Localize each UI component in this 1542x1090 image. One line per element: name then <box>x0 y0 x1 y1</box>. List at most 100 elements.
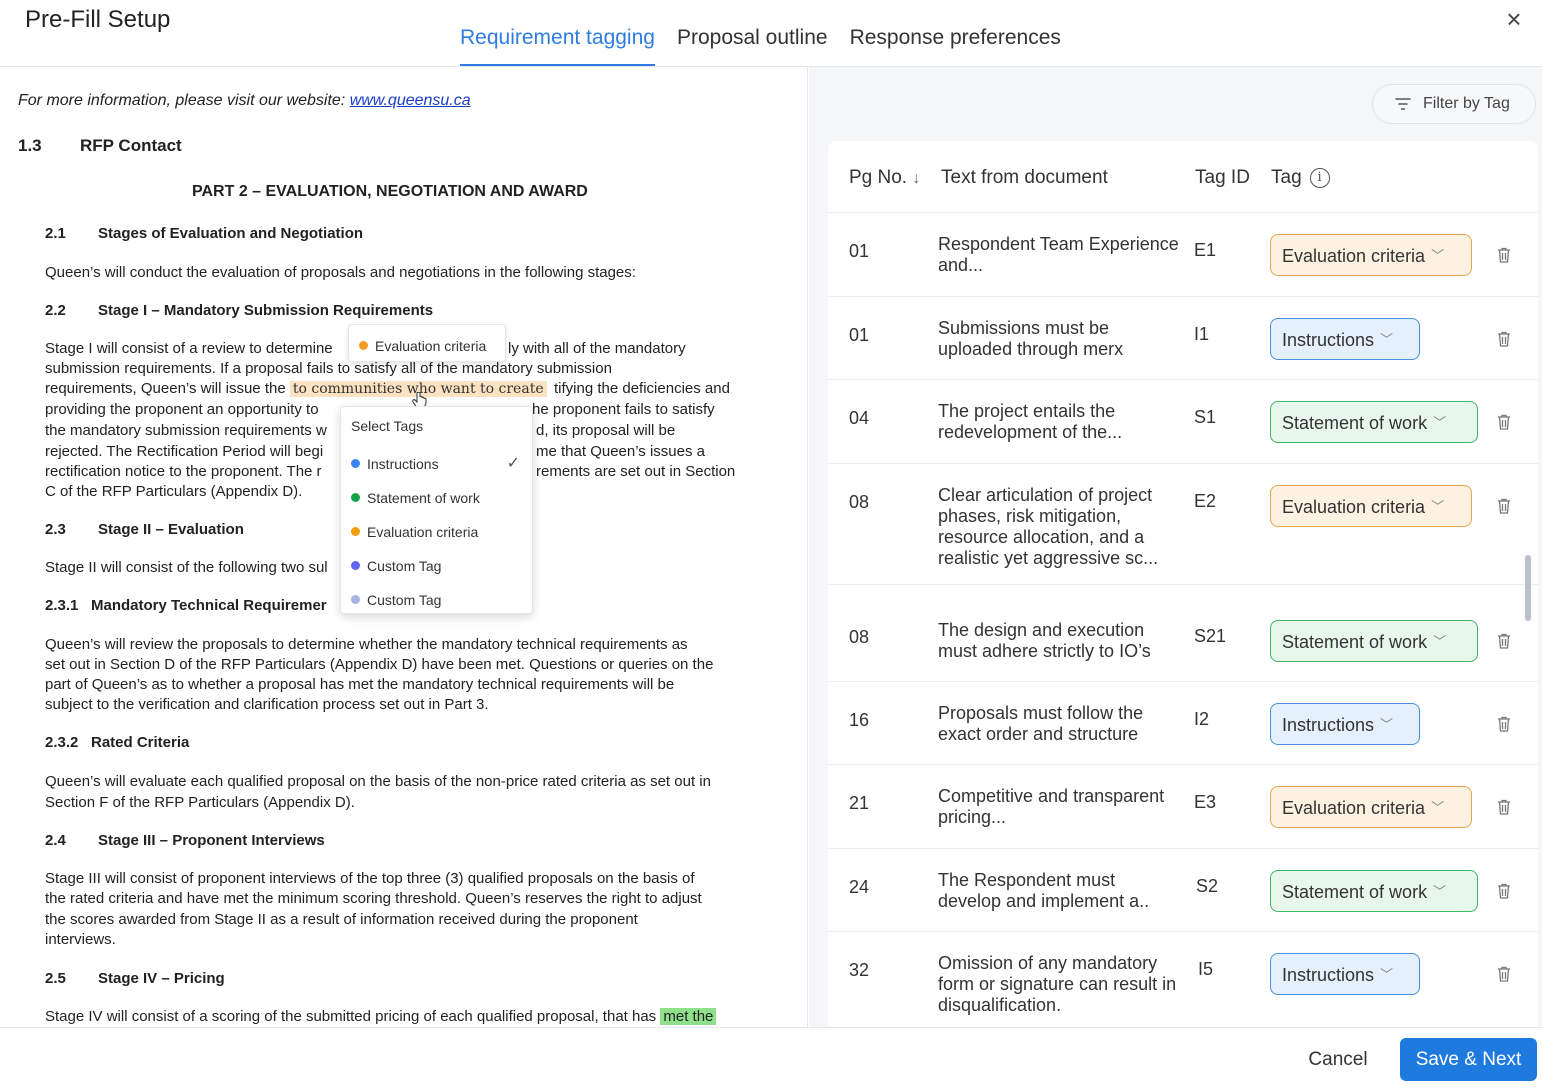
section-title: Stage I – Mandatory Submission Requireme… <box>98 302 434 319</box>
table-row[interactable]: 21 Competitive and transparent pricing..… <box>828 764 1538 848</box>
chevron-down-icon: ﹀ <box>1431 800 1445 815</box>
tag-dropdown[interactable]: Evaluation criteria ﹀ <box>1270 234 1472 276</box>
requirement-text: The Respondent must develop and implemen… <box>938 870 1150 911</box>
paragraph-text: Stage IV will consist of a scoring of th… <box>45 1008 657 1025</box>
applied-tag-chip[interactable]: Evaluation criteria <box>348 324 506 362</box>
paragraph-line: part of Queen’s as to whether a proposal… <box>45 676 675 693</box>
page-number: 24 <box>849 877 870 897</box>
paragraph-line: Stage III will consist of proponent inte… <box>45 870 695 887</box>
section-number: 2.4 <box>45 832 66 849</box>
trash-icon[interactable] <box>1497 247 1511 263</box>
menu-heading: Select Tags <box>351 418 424 434</box>
filter-by-tag-button[interactable]: Filter by Tag <box>1372 84 1536 124</box>
trash-icon[interactable] <box>1497 498 1511 514</box>
requirement-text: Respondent Team Experience and... <box>938 234 1179 275</box>
tag-dropdown[interactable]: Statement of work ﹀ <box>1270 401 1478 443</box>
menu-item-custom-tag[interactable]: Custom Tag <box>341 548 532 582</box>
paragraph-line: rectification notice to the proponent. T… <box>45 463 322 480</box>
table-row[interactable]: 01 Respondent Team Experience and... E1 … <box>828 212 1538 296</box>
menu-item-label: Evaluation criteria <box>367 524 479 540</box>
requirement-text: The project entails the redevelopment of… <box>938 401 1123 442</box>
highlighted-requirement[interactable]: met the <box>660 1008 717 1025</box>
applied-tag-label: Evaluation criteria <box>375 338 487 354</box>
trash-icon[interactable] <box>1497 331 1511 347</box>
paragraph-text: requirements, Queen’s will issue the <box>45 380 286 397</box>
tag-dropdown[interactable]: Instructions ﹀ <box>1270 953 1420 995</box>
paragraph-line: submission requirements. If a proposal f… <box>45 360 612 377</box>
requirement-text: Omission of any mandatory form or signat… <box>938 953 1177 1015</box>
table-row[interactable]: 32 Omission of any mandatory form or sig… <box>828 931 1538 1031</box>
menu-item-label: Statement of work <box>367 490 480 506</box>
paragraph-line: C of the RFP Particulars (Appendix D). <box>45 483 303 500</box>
website-link[interactable]: www.queensu.ca <box>350 92 471 109</box>
save-next-button[interactable]: Save & Next <box>1400 1038 1537 1081</box>
paragraph-line: Section F of the RFP Particulars (Append… <box>45 794 355 811</box>
requirement-text: Competitive and transparent pricing... <box>938 786 1165 827</box>
chevron-down-icon: ﹀ <box>1431 248 1445 263</box>
select-tags-menu: Select Tags Instructions ✓ Statement of … <box>340 406 533 614</box>
trash-icon[interactable] <box>1497 716 1511 732</box>
tag-id: E3 <box>1194 792 1217 812</box>
tag-label: Statement of work <box>1282 882 1428 902</box>
page-number: 08 <box>849 492 870 512</box>
section-number: 2.3.2 <box>45 734 79 751</box>
tag-dropdown[interactable]: Evaluation criteria ﹀ <box>1270 786 1472 828</box>
trash-icon[interactable] <box>1497 799 1511 815</box>
trash-icon[interactable] <box>1497 633 1511 649</box>
table-row[interactable]: 01 Submissions must be uploaded through … <box>828 296 1538 379</box>
paragraph-line: tifying the deficiencies and <box>554 380 730 397</box>
tag-dropdown[interactable]: Instructions ﹀ <box>1270 703 1420 745</box>
tag-color-dot <box>351 561 360 570</box>
requirements-table: Pg No. ↓ Text from document Tag ID Tag i … <box>828 141 1538 1031</box>
paragraph: Queen’s will conduct the evaluation of p… <box>45 264 636 281</box>
table-scrollbar[interactable] <box>1525 555 1531 621</box>
table-row[interactable]: 24 The Respondent must develop and imple… <box>828 848 1538 931</box>
menu-item-instructions[interactable]: Instructions ✓ <box>341 446 532 480</box>
paragraph-line: interviews. <box>45 931 116 948</box>
chevron-down-icon: ﹀ <box>1431 499 1445 514</box>
menu-item-custom-tag[interactable]: Custom Tag <box>341 582 532 616</box>
section-title: RFP Contact <box>80 136 182 155</box>
table-row[interactable]: 16 Proposals must follow the exact order… <box>828 681 1538 764</box>
close-icon[interactable]: × <box>1500 6 1528 34</box>
paragraph-line: Stage IV will consist of a scoring of th… <box>45 1008 717 1025</box>
tag-color-dot <box>351 459 360 468</box>
paragraph-line: d, its proposal will be <box>536 422 676 439</box>
tag-id: S2 <box>1196 876 1219 896</box>
table-row[interactable]: 08 Clear articulation of project phases,… <box>828 463 1538 584</box>
tag-dropdown[interactable]: Instructions ﹀ <box>1270 318 1420 360</box>
trash-icon[interactable] <box>1497 883 1511 899</box>
section-number: 2.5 <box>45 970 66 987</box>
tag-id: I2 <box>1194 709 1210 729</box>
paragraph-line: the scores awarded from Stage II as a re… <box>45 911 638 928</box>
requirement-text: The design and execution must adhere str… <box>938 620 1151 661</box>
requirement-text: Proposals must follow the exact order an… <box>938 703 1144 744</box>
menu-item-evaluation-criteria[interactable]: Evaluation criteria <box>341 514 532 548</box>
tag-id: I5 <box>1198 959 1214 979</box>
trash-icon[interactable] <box>1497 966 1511 982</box>
tag-id: S21 <box>1194 626 1227 646</box>
tab-proposal-outline[interactable]: Proposal outline <box>677 26 828 66</box>
table-row[interactable]: 08 The design and execution must adhere … <box>828 584 1538 681</box>
menu-item-statement-of-work[interactable]: Statement of work <box>341 480 532 514</box>
tag-color-dot <box>351 595 360 604</box>
page-number: 01 <box>849 241 870 261</box>
section-title: Stage IV – Pricing <box>98 970 225 987</box>
tag-dropdown[interactable]: Evaluation criteria ﹀ <box>1270 485 1472 527</box>
info-icon[interactable]: i <box>1309 168 1330 188</box>
column-header-page[interactable]: Pg No. ↓ <box>849 167 920 189</box>
tag-color-dot <box>359 341 368 350</box>
tag-dropdown[interactable]: Statement of work ﹀ <box>1270 870 1478 912</box>
section-number: 2.3.1 <box>45 597 79 614</box>
app-title: Pre-Fill Setup <box>25 6 171 33</box>
tag-dropdown[interactable]: Statement of work ﹀ <box>1270 620 1478 662</box>
tab-requirement-tagging[interactable]: Requirement tagging <box>460 26 655 66</box>
cancel-button[interactable]: Cancel <box>1298 1040 1378 1080</box>
document-viewer[interactable]: For more information, please visit our w… <box>0 67 808 1027</box>
section-title: Rated Criteria <box>91 734 190 751</box>
tag-id: E1 <box>1194 240 1217 260</box>
table-row[interactable]: 04 The project entails the redevelopment… <box>828 379 1538 463</box>
part-heading: PART 2 – EVALUATION, NEGOTIATION AND AWA… <box>192 183 588 200</box>
tab-response-preferences[interactable]: Response preferences <box>850 26 1061 66</box>
trash-icon[interactable] <box>1497 414 1511 430</box>
